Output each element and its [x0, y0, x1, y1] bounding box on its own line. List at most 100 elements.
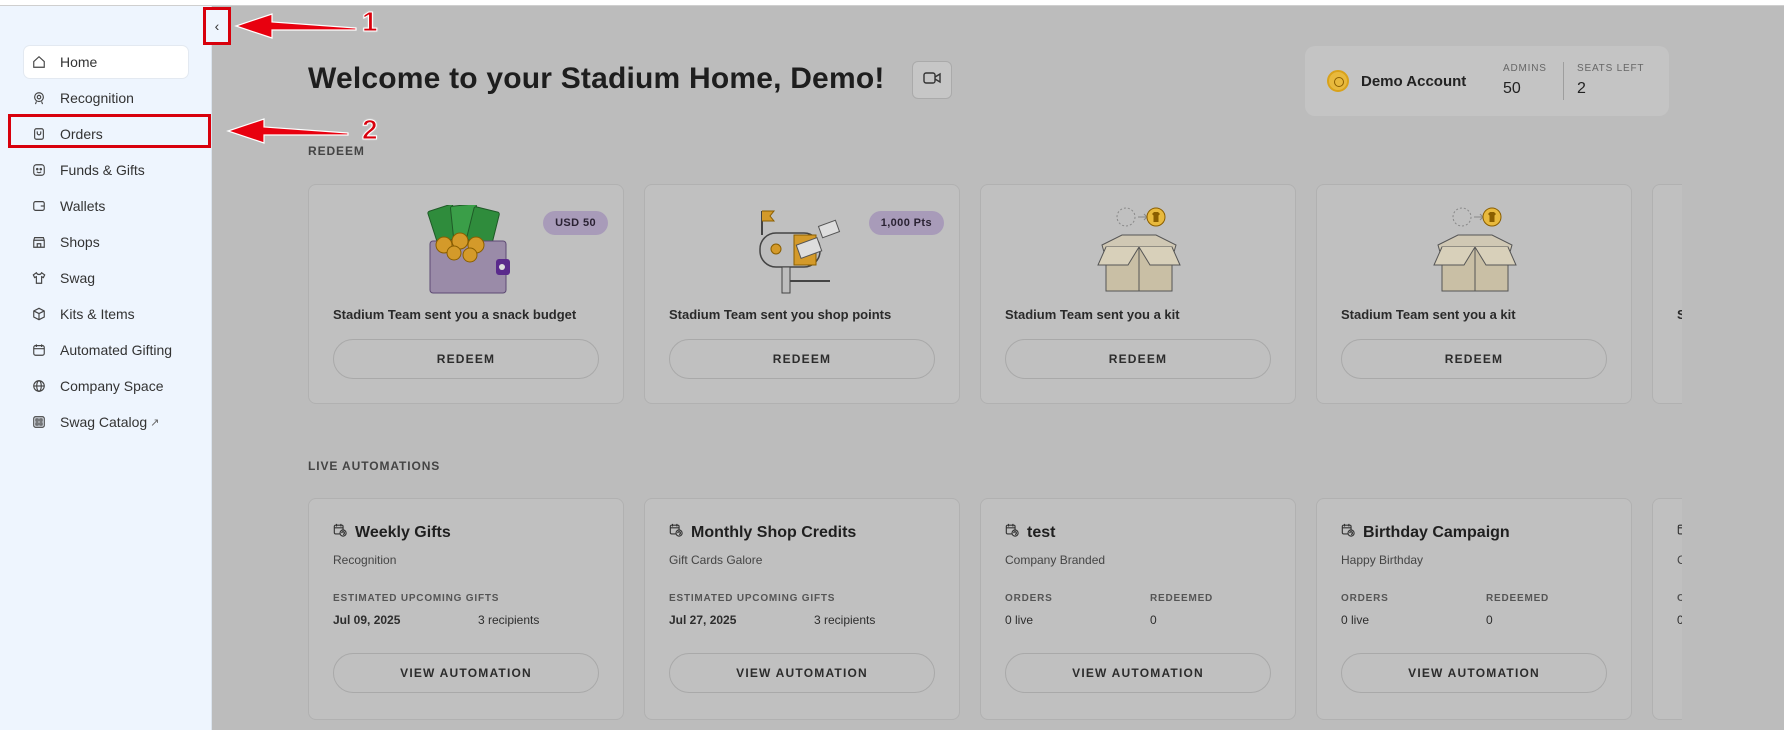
sidebar-item-recognition[interactable]: Recognition	[24, 82, 188, 114]
video-camera-icon	[923, 71, 941, 90]
automation-card: Weekly Gifts Recognition ESTIMATED UPCOM…	[308, 498, 624, 720]
orders-highlight-box	[8, 114, 211, 148]
redeem-button[interactable]: REDEEM	[1341, 339, 1607, 379]
automation-redeemed-value: 0	[1486, 613, 1493, 627]
redeem-card: 1,000 Pts Stadium Team sent you shop poi…	[644, 184, 960, 404]
view-automation-button[interactable]: VIEW AUTOMATION	[1005, 653, 1271, 693]
redeem-caption: Stadium Team sent you a kit	[1005, 307, 1180, 322]
redeem-card: Stadium Team sent you a kit REDEEM	[1316, 184, 1632, 404]
automation-subtitle: C	[1677, 553, 1682, 567]
main-content: Welcome to your Stadium Home, Demo! Demo…	[212, 6, 1784, 730]
automation-meta-label: ESTIMATED UPCOMING GIFTS	[333, 593, 500, 604]
sidebar-item-shops[interactable]: Shops	[24, 226, 188, 258]
calendar-refresh-icon	[1005, 523, 1027, 542]
chevron-left-icon: ‹	[214, 18, 220, 34]
view-automation-button[interactable]: VIEW AUTOMATION	[669, 653, 935, 693]
annotation-arrow-2	[226, 118, 349, 144]
seats-value: 2	[1577, 80, 1586, 97]
automation-title: Weekly Gifts	[355, 523, 451, 541]
calendar-refresh-icon	[1677, 523, 1682, 542]
automation-meta-label: O	[1677, 593, 1682, 604]
admins-label: ADMINS	[1503, 63, 1547, 74]
account-logo-icon	[1327, 70, 1349, 92]
automation-date: Jul 27, 2025	[669, 613, 737, 627]
sidebar-item-label: Company Space	[60, 378, 164, 394]
automation-title: Monthly Shop Credits	[691, 523, 857, 541]
sidebar-item-label: Wallets	[60, 198, 106, 214]
redeem-card-partial: S	[1652, 184, 1682, 404]
globe-icon	[32, 379, 46, 393]
sidebar-item-wallets[interactable]: Wallets	[24, 190, 188, 222]
sidebar-item-funds-gifts[interactable]: Funds & Gifts	[24, 154, 188, 186]
sidebar-item-swag-catalog[interactable]: Swag Catalog ↗	[24, 406, 188, 438]
account-panel: Demo Account ADMINS 50 SEATS LEFT 2	[1305, 46, 1669, 116]
account-name: Demo Account	[1361, 73, 1467, 90]
calendar-refresh-icon	[333, 523, 355, 542]
redeem-card: USD 50 Stadium Team sent you a snack bud…	[308, 184, 624, 404]
annotation-arrow-1	[234, 13, 357, 39]
sidebar-item-label: Swag	[60, 270, 96, 286]
automation-recipients: 3 recipients	[814, 613, 876, 627]
sidebar-item-company-space[interactable]: Company Space	[24, 370, 188, 402]
external-link-icon: ↗	[150, 416, 160, 429]
redeem-button[interactable]: REDEEM	[669, 339, 935, 379]
automation-date: Jul 09, 2025	[333, 613, 401, 627]
redeem-card: Stadium Team sent you a kit REDEEM	[980, 184, 1296, 404]
video-button[interactable]	[912, 61, 952, 99]
gift-icon	[32, 163, 46, 177]
automation-meta-label: ORDERS	[1005, 593, 1053, 604]
admins-value: 50	[1503, 80, 1521, 97]
sidebar-item-label: Automated Gifting	[60, 342, 173, 358]
view-automation-button[interactable]: VIEW AUTOMATION	[333, 653, 599, 693]
sidebar-item-label: Home	[60, 54, 98, 70]
redeem-caption: Stadium Team sent you a kit	[1341, 307, 1516, 322]
catalog-icon	[32, 415, 46, 429]
kit-box-illustration	[1433, 207, 1517, 292]
automation-recipients: 3 recipients	[478, 613, 540, 627]
sidebar-item-label: Swag Catalog	[60, 414, 148, 430]
page-title: Welcome to your Stadium Home, Demo!	[308, 62, 885, 95]
mailbox-illustration	[759, 210, 841, 294]
redeem-button[interactable]: REDEEM	[1005, 339, 1271, 379]
kit-box-illustration	[1097, 207, 1181, 292]
automation-subtitle: Recognition	[333, 553, 397, 567]
automation-title: test	[1027, 523, 1056, 541]
automation-card-partial: C O 0	[1652, 498, 1682, 720]
automation-meta-label: ORDERS	[1341, 593, 1389, 604]
redeem-caption: Stadium Team sent you a snack budget	[333, 307, 577, 322]
automation-card: Monthly Shop Credits Gift Cards Galore E…	[644, 498, 960, 720]
view-automation-button[interactable]: VIEW AUTOMATION	[1341, 653, 1607, 693]
calendar-refresh-icon	[1341, 523, 1363, 542]
box-icon	[32, 307, 46, 321]
sidebar-item-label: Funds & Gifts	[60, 162, 145, 178]
wallet-icon	[32, 199, 46, 213]
sidebar-item-swag[interactable]: Swag	[24, 262, 188, 294]
automation-orders-value: 0 live	[1005, 613, 1034, 627]
redeem-badge: USD 50	[543, 211, 608, 235]
redeem-button[interactable]: REDEEM	[333, 339, 599, 379]
automation-orders-value: 0	[1677, 613, 1682, 627]
tshirt-icon	[32, 271, 46, 285]
stat-divider	[1563, 62, 1564, 100]
redeem-caption: Stadium Team sent you shop points	[669, 307, 892, 322]
wallet-money-illustration	[427, 205, 510, 294]
sidebar-collapse-button[interactable]: ‹	[203, 7, 231, 45]
automation-card: test Company Branded ORDERS REDEEMED 0 l…	[980, 498, 1296, 720]
automation-subtitle: Happy Birthday	[1341, 553, 1424, 567]
automation-subtitle: Company Branded	[1005, 553, 1106, 567]
automation-meta-label: ESTIMATED UPCOMING GIFTS	[669, 593, 836, 604]
automation-card: Birthday Campaign Happy Birthday ORDERS …	[1316, 498, 1632, 720]
admins-stat: ADMINS 50	[1503, 63, 1547, 98]
calendar-icon	[32, 343, 46, 357]
sidebar-item-kits-items[interactable]: Kits & Items	[24, 298, 188, 330]
automation-meta-label: REDEEMED	[1150, 593, 1214, 604]
automation-meta-label: REDEEMED	[1486, 593, 1550, 604]
sidebar-nav: Home Recognition Orders Funds & Gifts Wa…	[24, 46, 188, 442]
sidebar-item-home[interactable]: Home	[24, 46, 188, 78]
shop-icon	[32, 235, 46, 249]
automation-subtitle: Gift Cards Galore	[669, 553, 763, 567]
sidebar-item-automated-gifting[interactable]: Automated Gifting	[24, 334, 188, 366]
award-icon	[32, 91, 46, 105]
sidebar-item-label: Kits & Items	[60, 306, 135, 322]
redeem-caption: S	[1677, 307, 1682, 322]
